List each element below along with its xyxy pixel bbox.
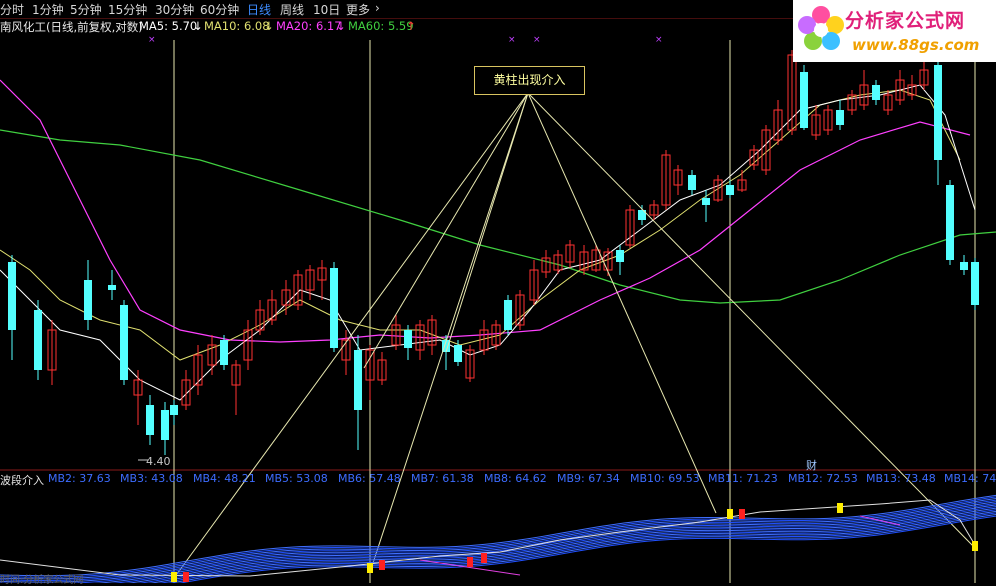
arrow-down-icon: ↓ [193, 19, 203, 33]
tab-15min[interactable]: 15分钟 [108, 1, 147, 18]
chevron-right-icon[interactable]: › [375, 1, 380, 15]
candle-body [170, 405, 178, 415]
tab-daily[interactable]: 日线 [247, 1, 271, 18]
candle-body [34, 310, 42, 370]
ma5-line [0, 84, 976, 401]
tab-10day[interactable]: 10日 [313, 1, 340, 18]
mb7-value: MB7: 61.38 [411, 472, 474, 485]
stock-title: 南风化工(日线,前复权,对数) [0, 20, 143, 34]
candle-body [220, 340, 228, 365]
indicator-column [183, 572, 189, 582]
indicator-column [837, 503, 843, 513]
candle-body [702, 198, 710, 205]
indicator-column [972, 541, 978, 551]
arrow-up-icon: ↑ [406, 19, 416, 33]
indicator-ribbon [0, 501, 996, 583]
candle-body [161, 410, 169, 440]
candle-body [354, 350, 362, 410]
indicator-title: 波段介入 [0, 474, 44, 487]
flower-logo-icon [798, 6, 844, 50]
ma5-value: MA5: 5.70 [139, 19, 198, 33]
mb14-value: MB14: 74 [944, 472, 996, 485]
candle-body [616, 250, 624, 262]
signal-mark: × [148, 35, 156, 45]
candle-body [946, 185, 954, 260]
ma60-line [0, 129, 996, 304]
logo-url: www.88gs.com [852, 36, 980, 54]
candle-body [84, 280, 92, 320]
callout-pointer [527, 92, 717, 514]
candle-body [971, 262, 979, 305]
tab-30min[interactable]: 30分钟 [155, 1, 194, 18]
signal-mark: × [508, 35, 516, 45]
mb5-value: MB5: 53.08 [265, 472, 328, 485]
indicator-column [367, 563, 373, 573]
tab-intraday[interactable]: 分时 [0, 1, 24, 18]
candle-body [836, 110, 844, 125]
indicator-column [467, 557, 473, 567]
candle-body [726, 185, 734, 195]
indicator-column [379, 560, 385, 570]
indicator-ribbon [0, 496, 996, 578]
tab-more[interactable]: 更多 [346, 1, 370, 18]
signal-mark: × [533, 35, 541, 45]
arrow-down-icon: ↓ [336, 19, 346, 33]
tab-1min[interactable]: 1分钟 [32, 1, 64, 18]
candle-body [934, 65, 942, 160]
indicator-column [481, 553, 487, 563]
logo-title: 分析家公式网 [845, 10, 966, 32]
ma20-value: MA20: 6.17 [276, 19, 342, 33]
candle-body [504, 300, 512, 330]
footer-text: 时间:分析家公式网 [0, 575, 84, 586]
indicator-column [727, 509, 733, 519]
ma10-value: MA10: 6.08 [204, 19, 270, 33]
indicator-column [739, 509, 745, 519]
candle-body [404, 330, 412, 348]
callout-pointer [363, 92, 529, 369]
mb6-value: MB6: 57.48 [338, 472, 401, 485]
mb8-value: MB8: 64.62 [484, 472, 547, 485]
mb12-value: MB12: 72.53 [788, 472, 858, 485]
indicator-ribbon [0, 499, 996, 581]
callout-box: 黄柱出现介入 [474, 66, 585, 95]
mb11-value: MB11: 71.23 [708, 472, 778, 485]
candle-body [120, 305, 128, 380]
mb10-value: MB10: 69.53 [630, 472, 700, 485]
mb4-value: MB4: 48.21 [193, 472, 256, 485]
candle-body [8, 262, 16, 330]
finance-marker[interactable]: 财 [806, 457, 817, 473]
arrow-down-icon: ↓ [264, 19, 274, 33]
signal-mark: × [655, 35, 663, 45]
candle-body [872, 85, 880, 100]
mb9-value: MB9: 67.34 [557, 472, 620, 485]
candle-body [960, 262, 968, 270]
callout-text: 黄柱出现介入 [493, 73, 566, 87]
indicator-column [171, 572, 177, 582]
price-low-label: 4.40 [146, 455, 171, 468]
mb2-value: MB2: 37.63 [48, 472, 111, 485]
mb3-value: MB3: 43.08 [120, 472, 183, 485]
indicator-ribbon [0, 498, 996, 580]
candle-body [330, 268, 338, 348]
candle-body [688, 175, 696, 190]
tab-5min[interactable]: 5分钟 [70, 1, 102, 18]
mb13-value: MB13: 73.48 [866, 472, 936, 485]
ma60-value: MA60: 5.59 [348, 19, 414, 33]
candle-body [454, 345, 462, 362]
candle-body [800, 72, 808, 128]
candle-body [108, 285, 116, 290]
candle-body [146, 405, 154, 435]
tab-weekly[interactable]: 周线 [280, 1, 304, 18]
tab-60min[interactable]: 60分钟 [200, 1, 239, 18]
